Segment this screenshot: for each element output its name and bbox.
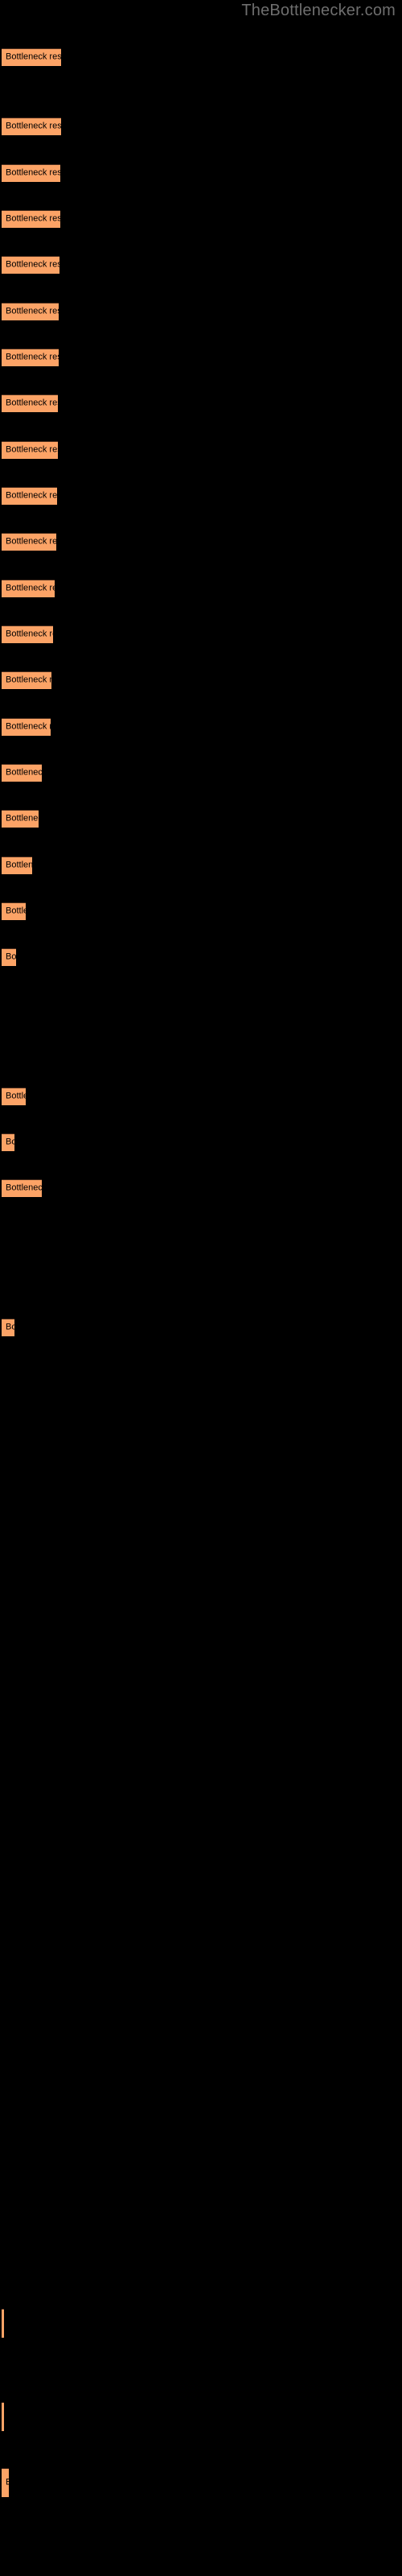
bar-24[interactable] — [2, 1319, 14, 1336]
bar-row: Bottleneck result — [0, 394, 402, 412]
bar-clip: Bottleneck result — [2, 48, 61, 66]
bar-row: Bottleneck result — [0, 487, 402, 505]
bar-21[interactable] — [2, 1088, 26, 1105]
bar-11[interactable] — [2, 533, 56, 551]
bar-row: Bottleneck result — [0, 1088, 402, 1105]
bar-clip: Bottleneck result — [2, 625, 53, 643]
bar-clip: Bottleneck result — [2, 441, 58, 459]
bar-14[interactable] — [2, 671, 51, 689]
bar-row: Bottleneck result — [0, 857, 402, 874]
bar-row: Bottleneck result — [0, 256, 402, 274]
bar-15[interactable] — [2, 718, 51, 736]
bar-clip: Bottleneck result — [2, 764, 42, 782]
bar-7[interactable] — [2, 349, 59, 366]
bar-clip: Bottleneck result — [2, 1088, 26, 1105]
bar-clip: Bottleneck result — [2, 164, 60, 182]
bar-row: Bottleneck result — [0, 671, 402, 689]
bar-clip: Bottleneck result — [2, 349, 59, 366]
bar-19[interactable] — [2, 902, 26, 920]
bar-10[interactable] — [2, 487, 57, 505]
bar-clip: Bottleneck result — [2, 2402, 4, 2431]
bar-row: Bottleneck result — [0, 118, 402, 135]
bar-row: Bottleneck result — [0, 1133, 402, 1151]
bar-row: Bottleneck result — [0, 533, 402, 551]
bar-clip: Bottleneck result — [2, 948, 16, 966]
bar-row: Bottleneck result — [0, 441, 402, 459]
bar-row: Bottleneck result — [0, 625, 402, 643]
bar-row: Bottleneck result — [0, 2468, 402, 2497]
bar-clip: Bottleneck result — [2, 1133, 14, 1151]
bar-clip: Bottleneck result — [2, 718, 51, 736]
bar-row: Bottleneck result — [0, 810, 402, 828]
bar-clip: Bottleneck result — [2, 210, 60, 228]
bottleneck-chart: TheBottlenecker.com Bottleneck resultBot… — [0, 0, 402, 2576]
bar-1[interactable] — [2, 48, 61, 66]
bar-row: Bottleneck result — [0, 718, 402, 736]
bar-row: Bottleneck result — [0, 902, 402, 920]
bar-clip: Bottleneck result — [2, 487, 57, 505]
bar-clip: Bottleneck result — [2, 118, 61, 135]
bar-clip: Bottleneck result — [2, 2309, 4, 2338]
bar-row: Bottleneck result — [0, 1319, 402, 1336]
bar-8[interactable] — [2, 394, 58, 412]
bar-clip: Bottleneck result — [2, 580, 55, 597]
bar-row: Bottleneck result — [0, 48, 402, 66]
bar-clip: Bottleneck result — [2, 857, 32, 874]
bar-20[interactable] — [2, 948, 16, 966]
bar-row: Bottleneck result — [0, 948, 402, 966]
bar-clip: Bottleneck result — [2, 1179, 42, 1197]
bar-row: Bottleneck result — [0, 349, 402, 366]
bar-22[interactable] — [2, 1133, 14, 1151]
bar-row: Bottleneck result — [0, 303, 402, 320]
bar-clip: Bottleneck result — [2, 256, 59, 274]
bar-row: Bottleneck result — [0, 580, 402, 597]
bar-row: Bottleneck result — [0, 164, 402, 182]
bar-18[interactable] — [2, 857, 32, 874]
bar-clip: Bottleneck result — [2, 1319, 14, 1336]
bar-row: Bottleneck result — [0, 764, 402, 782]
bar-13[interactable] — [2, 625, 53, 643]
bar-clip: Bottleneck result — [2, 902, 26, 920]
bar-23[interactable] — [2, 1179, 42, 1197]
bar-12[interactable] — [2, 580, 55, 597]
bar-5[interactable] — [2, 256, 59, 274]
bar-row: Bottleneck result — [0, 2309, 402, 2338]
bar-row: Bottleneck result — [0, 2402, 402, 2431]
bar-row: Bottleneck result — [0, 210, 402, 228]
bar-chart-plot-area: Bottleneck result Bottleneck result Bottle… — [0, 0, 402, 2576]
bar-26[interactable] — [2, 2402, 4, 2431]
bar-16[interactable] — [2, 764, 42, 782]
bar-25[interactable] — [2, 2309, 4, 2338]
bar-17[interactable] — [2, 810, 39, 828]
bar-2[interactable] — [2, 118, 61, 135]
bar-6[interactable] — [2, 303, 59, 320]
bar-9[interactable] — [2, 441, 58, 459]
bar-clip: Bottleneck result — [2, 810, 39, 828]
bar-clip: Bottleneck result — [2, 671, 51, 689]
bar-4[interactable] — [2, 210, 60, 228]
bar-clip: Bottleneck result — [2, 533, 56, 551]
bar-3[interactable] — [2, 164, 60, 182]
bar-clip: Bottleneck result — [2, 2468, 9, 2497]
bar-clip: Bottleneck result — [2, 394, 58, 412]
bar-row: Bottleneck result — [0, 1179, 402, 1197]
bar-clip: Bottleneck result — [2, 303, 59, 320]
bar-27[interactable] — [2, 2468, 9, 2497]
